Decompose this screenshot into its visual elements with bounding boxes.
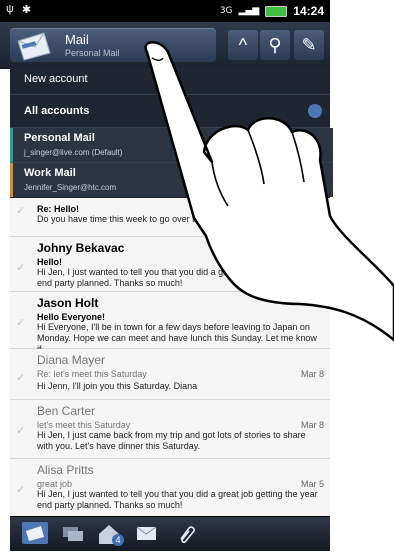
search-icon: ⚲ — [268, 35, 282, 55]
check-icon[interactable]: ✓ — [16, 204, 28, 217]
account-switcher[interactable]: Mail Personal Mail — [10, 28, 216, 62]
search-button[interactable]: ⚲ — [260, 30, 290, 60]
mail-subject: Re: Hello! — [37, 204, 80, 214]
new-account-label: New account — [24, 73, 88, 85]
tab-attachments[interactable] — [172, 522, 198, 544]
mail-preview: Hi Jen, I just wanted to tell you that y… — [37, 489, 318, 510]
list-item[interactable]: ✓ Jason Holt Hello Everyone! Hi Everyone… — [10, 292, 330, 354]
all-accounts-label: All accounts — [24, 105, 90, 117]
group-mail-icon: 4 — [99, 525, 124, 546]
check-icon[interactable]: ✓ — [16, 316, 28, 329]
mail-subject: Re: let's meet this Saturday — [37, 369, 147, 379]
check-icon[interactable]: ✓ — [16, 371, 28, 384]
conversations-icon — [63, 527, 83, 541]
attachment-icon — [180, 526, 195, 544]
mail-date: Mar 8 — [300, 420, 324, 430]
mail-list: ✓ Re: Hello! Do you have time this week … — [10, 198, 330, 516]
phone-screen: ψ ✱ 3G ▂▄▆ 14:24 Mail Personal Mail ^ ⚲ … — [0, 0, 394, 554]
all-accounts-item[interactable]: All accounts — [10, 95, 330, 128]
list-item[interactable]: ✓ Diana Mayer Re: let's meet this Saturd… — [10, 349, 330, 400]
clock: 14:24 — [293, 4, 324, 18]
mail-sender: Johny Bekavac — [37, 241, 125, 255]
tab-conversations[interactable] — [60, 522, 86, 544]
mail-envelope-icon — [17, 32, 51, 61]
list-item[interactable]: ✓ Johny Bekavac Hello! Hi Jen, I just wa… — [10, 237, 330, 292]
pencil-icon: ✎ — [301, 35, 317, 55]
mail-preview: Do you have time this week to go over th… — [37, 214, 301, 224]
usb-icon: ψ — [6, 3, 14, 15]
battery-icon — [265, 5, 288, 17]
app-title: Mail — [65, 32, 89, 47]
app-header: Mail Personal Mail ^ ⚲ ✎ — [0, 22, 330, 69]
android-icon: ✱ — [21, 4, 32, 16]
new-account-item[interactable]: New account — [10, 68, 330, 95]
mail-date: Mar 5 — [300, 479, 324, 489]
mail-preview: Hi Jen, I just came back from my trip an… — [37, 430, 306, 451]
chevron-up-icon: ^ — [238, 35, 248, 55]
all-accounts-indicator-icon — [308, 104, 322, 118]
account-dropdown: New account All accounts Personal Mail j… — [10, 68, 333, 198]
check-icon[interactable]: ✓ — [16, 483, 28, 496]
mail-date: Mar 8 — [300, 369, 324, 379]
status-bar: ψ ✱ 3G ▂▄▆ 14:24 — [0, 0, 330, 22]
inbox-icon — [26, 526, 44, 541]
mail-sender: Alisa Pritts — [37, 463, 94, 477]
account-item-work[interactable]: Work Mail Jennifer_Singer@htc.com — [10, 163, 333, 197]
account-name: Work Mail — [24, 167, 76, 179]
list-item[interactable]: ✓ Re: Hello! Do you have time this week … — [10, 198, 330, 237]
check-icon[interactable]: ✓ — [16, 261, 28, 274]
tab-unread[interactable] — [134, 522, 160, 544]
mail-subject: Hello Everyone! — [37, 312, 106, 322]
list-item[interactable]: ✓ Alisa Pritts great job Mar 5 Hi Jen, I… — [10, 459, 330, 516]
account-item-personal[interactable]: Personal Mail j_singer@live.com (Default… — [10, 128, 333, 163]
compose-button[interactable]: ✎ — [294, 30, 324, 60]
network-type: 3G — [219, 6, 233, 16]
account-name: Personal Mail — [24, 132, 95, 144]
bottom-tab-bar: 4 — [10, 516, 330, 551]
collapse-button[interactable]: ^ — [228, 30, 258, 60]
account-email: j_singer@live.com (Default) — [24, 148, 123, 157]
mail-preview: Hi Jen, I just wanted to tell you that y… — [37, 267, 318, 288]
mail-sender: Ben Carter — [37, 404, 96, 418]
tab-group-mail[interactable]: 4 — [96, 522, 124, 546]
mail-preview: Hi Jenn, I'll join you this Saturday. Di… — [37, 381, 198, 391]
mail-sender: Jason Holt — [37, 296, 99, 310]
mail-subject: let's meet this Saturday — [37, 420, 131, 430]
mail-subject: great job — [37, 479, 73, 489]
mail-subject: Hello! — [37, 257, 63, 267]
unread-icon — [136, 526, 157, 540]
current-account: Personal Mail — [65, 48, 120, 58]
tab-inbox[interactable] — [22, 522, 48, 544]
list-item[interactable]: ✓ Ben Carter let's meet this Saturday Ma… — [10, 400, 330, 459]
account-email: Jennifer_Singer@htc.com — [24, 183, 117, 192]
check-icon[interactable]: ✓ — [16, 424, 28, 437]
signal-icon: ▂▄▆ — [238, 6, 260, 16]
mail-sender: Diana Mayer — [37, 353, 106, 367]
group-mail-badge: 4 — [115, 535, 120, 545]
